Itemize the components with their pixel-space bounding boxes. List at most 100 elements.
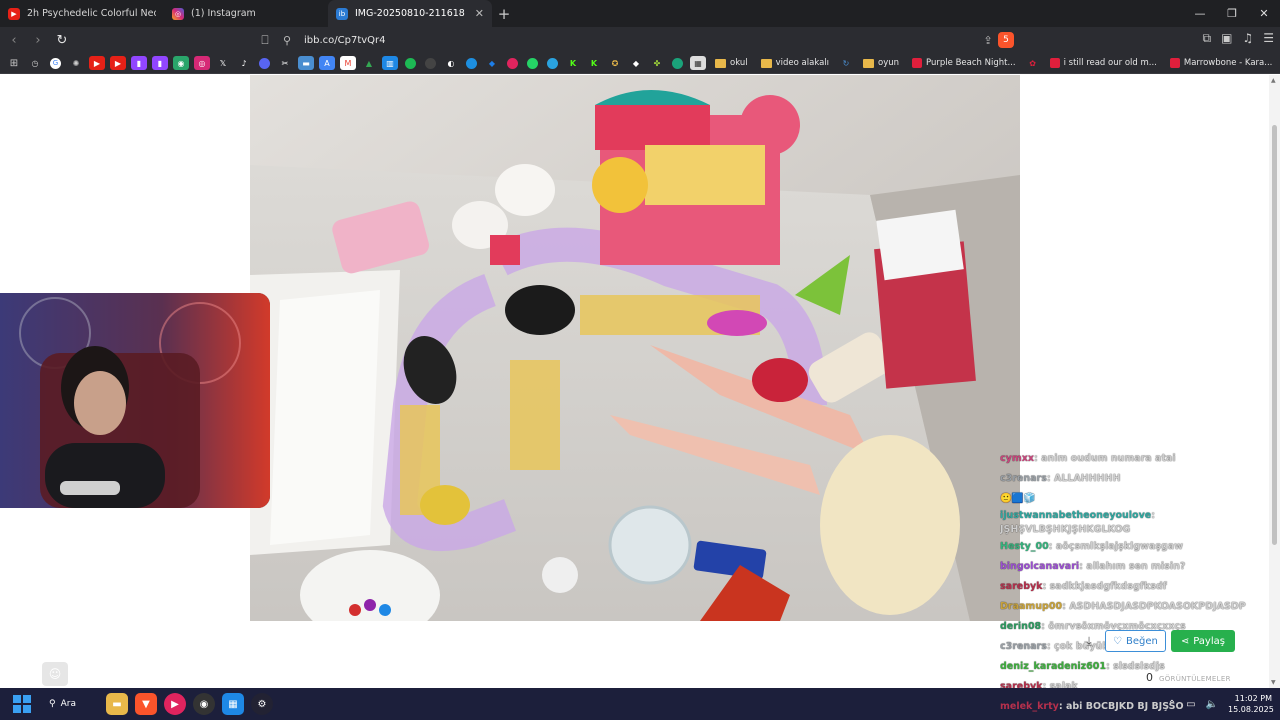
scroll-down-icon[interactable]: ▼ [1271, 679, 1276, 686]
puzzle-icon[interactable]: ✤ [649, 56, 665, 70]
history-icon[interactable]: ◷ [27, 56, 43, 70]
extensions-icon[interactable]: ⧉ [1203, 31, 1212, 46]
scroll-up-icon[interactable]: ▲ [1271, 77, 1276, 84]
instagram-icon: ◎ [172, 7, 184, 20]
folder-icon [715, 58, 726, 68]
chat-text: aöçsmlkşlajşklgwaşgaw [1055, 541, 1184, 552]
taskbar-clock[interactable]: 11:02 PM 15.08.2025 [1228, 693, 1274, 715]
tab-strip: ▶ 2h Psychedelic Colorful Neon Backgr ◎ … [0, 0, 1280, 27]
camera-icon[interactable]: ◉ [173, 56, 189, 70]
file-explorer-icon[interactable]: ▬ [106, 693, 128, 715]
messenger-icon[interactable]: ◆ [484, 56, 500, 70]
chat-text: ALLAHHHHH [1054, 473, 1121, 484]
page-scrollbar[interactable]: ▲ ▼ [1269, 75, 1280, 688]
hosted-image[interactable] [250, 75, 1020, 621]
game-icon[interactable]: ✪ [607, 56, 623, 70]
record-icon[interactable] [507, 57, 518, 69]
image-icon[interactable]: ▦ [690, 56, 706, 70]
media-player-icon[interactable]: ▶ [164, 693, 186, 715]
translate-icon[interactable]: A [319, 56, 335, 70]
menu-icon[interactable]: ☰ [1263, 31, 1274, 46]
brave-icon[interactable]: ▼ [135, 693, 157, 715]
chat-text: salak [1049, 681, 1078, 688]
webcam-feed [0, 293, 270, 508]
scrollbar-thumb[interactable] [1272, 125, 1277, 545]
download-icon[interactable]: ⤓ [1078, 630, 1100, 652]
flower-icon[interactable]: ✿ [1025, 56, 1041, 70]
brave-shields-icon[interactable]: 5 [998, 32, 1014, 48]
edge-icon[interactable] [466, 57, 477, 69]
windows-start-icon[interactable] [11, 693, 33, 715]
reload-icon[interactable]: ↻ [52, 30, 72, 50]
taskbar-search[interactable]: ⚲ Ara [49, 699, 99, 709]
stats-icon[interactable]: ▥ [382, 56, 398, 70]
tab-instagram[interactable]: ◎ (1) Instagram [164, 0, 328, 27]
media-icon[interactable]: ♫ [1242, 31, 1253, 46]
circle-icon[interactable] [425, 57, 436, 69]
chat-username: c3renars [1000, 641, 1047, 652]
chat-username: sarebyk [1000, 581, 1043, 592]
tiktok-icon[interactable]: ♪ [236, 56, 252, 70]
youtube-icon [1169, 58, 1180, 68]
obs-icon[interactable]: ◉ [193, 693, 215, 715]
chat-username: melek_krty [1000, 701, 1059, 712]
discord-icon[interactable] [259, 57, 270, 69]
youtube-bookmark-icon[interactable]: ▶ [110, 56, 126, 70]
close-tab-icon[interactable]: ✕ [475, 7, 484, 20]
like-button[interactable]: ♡ Beğen [1105, 630, 1166, 652]
network-icon[interactable]: ▭ [1186, 699, 1195, 710]
back-icon[interactable]: ‹ [4, 30, 24, 50]
share-button[interactable]: ⋖ Paylaş [1170, 630, 1235, 652]
chat-message: sarebyk: sadkkjasdgfkdsgfksdf [1000, 581, 1167, 592]
new-tab-button[interactable]: + [492, 0, 516, 27]
chatgpt-icon[interactable]: ✺ [68, 56, 84, 70]
bookmark-purple-beach[interactable]: Purple Beach Night... [908, 58, 1020, 68]
twitch-icon[interactable]: ▮ [131, 56, 147, 70]
emoji-icon[interactable]: ☺ [42, 662, 68, 686]
refresh-bookmark-icon[interactable]: ↻ [838, 56, 854, 70]
search-icon: ⚲ [49, 699, 56, 709]
forward-icon[interactable]: › [28, 30, 48, 50]
close-window-icon[interactable]: ✕ [1248, 0, 1280, 27]
share-icon[interactable]: ⇪ [978, 34, 998, 47]
restore-icon[interactable]: ❐ [1216, 0, 1248, 27]
photos-icon[interactable]: ▦ [222, 693, 244, 715]
minimize-icon[interactable]: — [1184, 0, 1216, 27]
instagram-bookmark-icon[interactable]: ◎ [194, 56, 210, 70]
whatsapp-icon[interactable] [527, 57, 538, 69]
kick-icon[interactable]: K [565, 56, 581, 70]
apps-grid-icon[interactable]: ⊞ [6, 56, 22, 70]
chat-username: Draamup00 [1000, 601, 1063, 612]
diamond-icon[interactable]: ◆ [628, 56, 644, 70]
bookmark-folder-okul[interactable]: okul [711, 58, 752, 68]
twitch-icon[interactable]: ▮ [152, 56, 168, 70]
gmail-icon[interactable]: M [340, 56, 356, 70]
chat-text: ASDHASDJASDPKOASOKPDJASDP [1069, 601, 1246, 612]
telegram-icon[interactable] [547, 57, 558, 69]
tab-ibb-image[interactable]: ib IMG-20250810-211618 hosted a ✕ [328, 0, 492, 27]
google-icon[interactable]: G [50, 57, 61, 69]
capcut-icon[interactable]: ✂ [277, 56, 293, 70]
spotify-icon[interactable] [405, 57, 416, 69]
kick-icon[interactable]: K [586, 56, 602, 70]
bookmark-marrowbone[interactable]: Marrowbone - Kara... [1166, 58, 1276, 68]
chat-username: cymxx [1000, 453, 1034, 464]
bookmark-folder-oyun[interactable]: oyun [859, 58, 903, 68]
x-icon[interactable]: 𝕏 [215, 56, 231, 70]
url-text[interactable]: ibb.co/Cp7tvQr4 [298, 35, 978, 46]
ring-icon[interactable] [672, 57, 683, 69]
bookmark-icon[interactable]: ⎕ [254, 33, 276, 48]
bookmark-folder-video[interactable]: video alakalı [757, 58, 833, 68]
bookmark-still-read[interactable]: i still read our old m... [1046, 58, 1161, 68]
drive-icon[interactable]: ▲ [361, 56, 377, 70]
tab-youtube[interactable]: ▶ 2h Psychedelic Colorful Neon Backgr [0, 0, 164, 27]
site-settings-icon[interactable]: ⚲ [276, 34, 298, 47]
github-icon[interactable]: ◐ [443, 56, 459, 70]
mega-icon[interactable]: ▬ [298, 56, 314, 70]
address-bar[interactable]: ⎕ ⚲ ibb.co/Cp7tvQr4 ⇪ 5 [254, 29, 1020, 51]
folder-icon [760, 58, 772, 68]
wallet-icon[interactable]: ▣ [1221, 31, 1232, 46]
volume-icon[interactable]: 🔈 [1206, 699, 1218, 710]
youtube-bookmark-icon[interactable]: ▶ [89, 56, 105, 70]
steam-icon[interactable]: ⚙ [251, 693, 273, 715]
